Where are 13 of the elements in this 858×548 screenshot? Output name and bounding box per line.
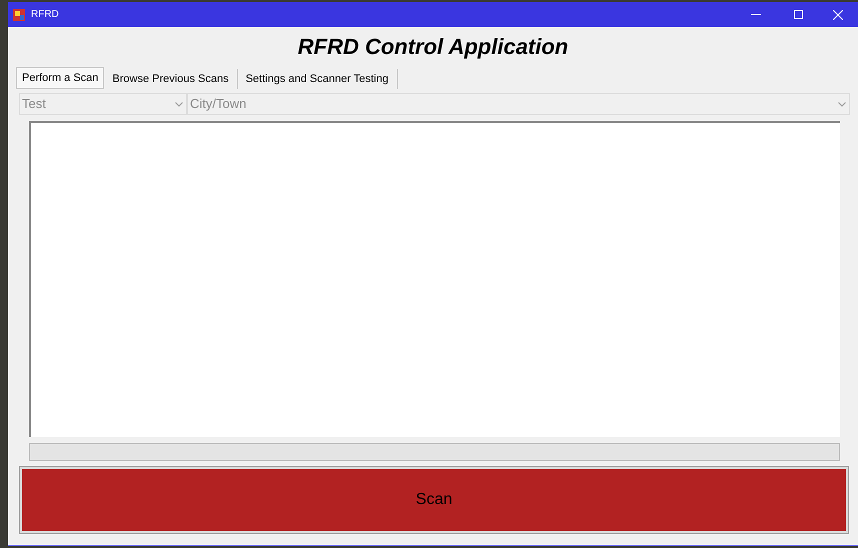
chevron-icon [175,102,183,106]
dropdown-value: Test [22,95,46,114]
app-icon [13,8,25,20]
tab[interactable]: Browse Previous Scans [104,69,238,89]
tab[interactable]: Perform a Scan [16,67,104,89]
tab[interactable]: Settings and Scanner Testing [238,69,398,89]
minimize-icon [751,14,761,15]
dropdown-value: City/Town [190,95,246,114]
maximize-icon [794,10,802,19]
window-title: RFRD [31,8,59,22]
chevron-icon [838,102,846,106]
app-heading: RFRD Control Application [298,36,568,61]
close-icon [833,10,843,20]
